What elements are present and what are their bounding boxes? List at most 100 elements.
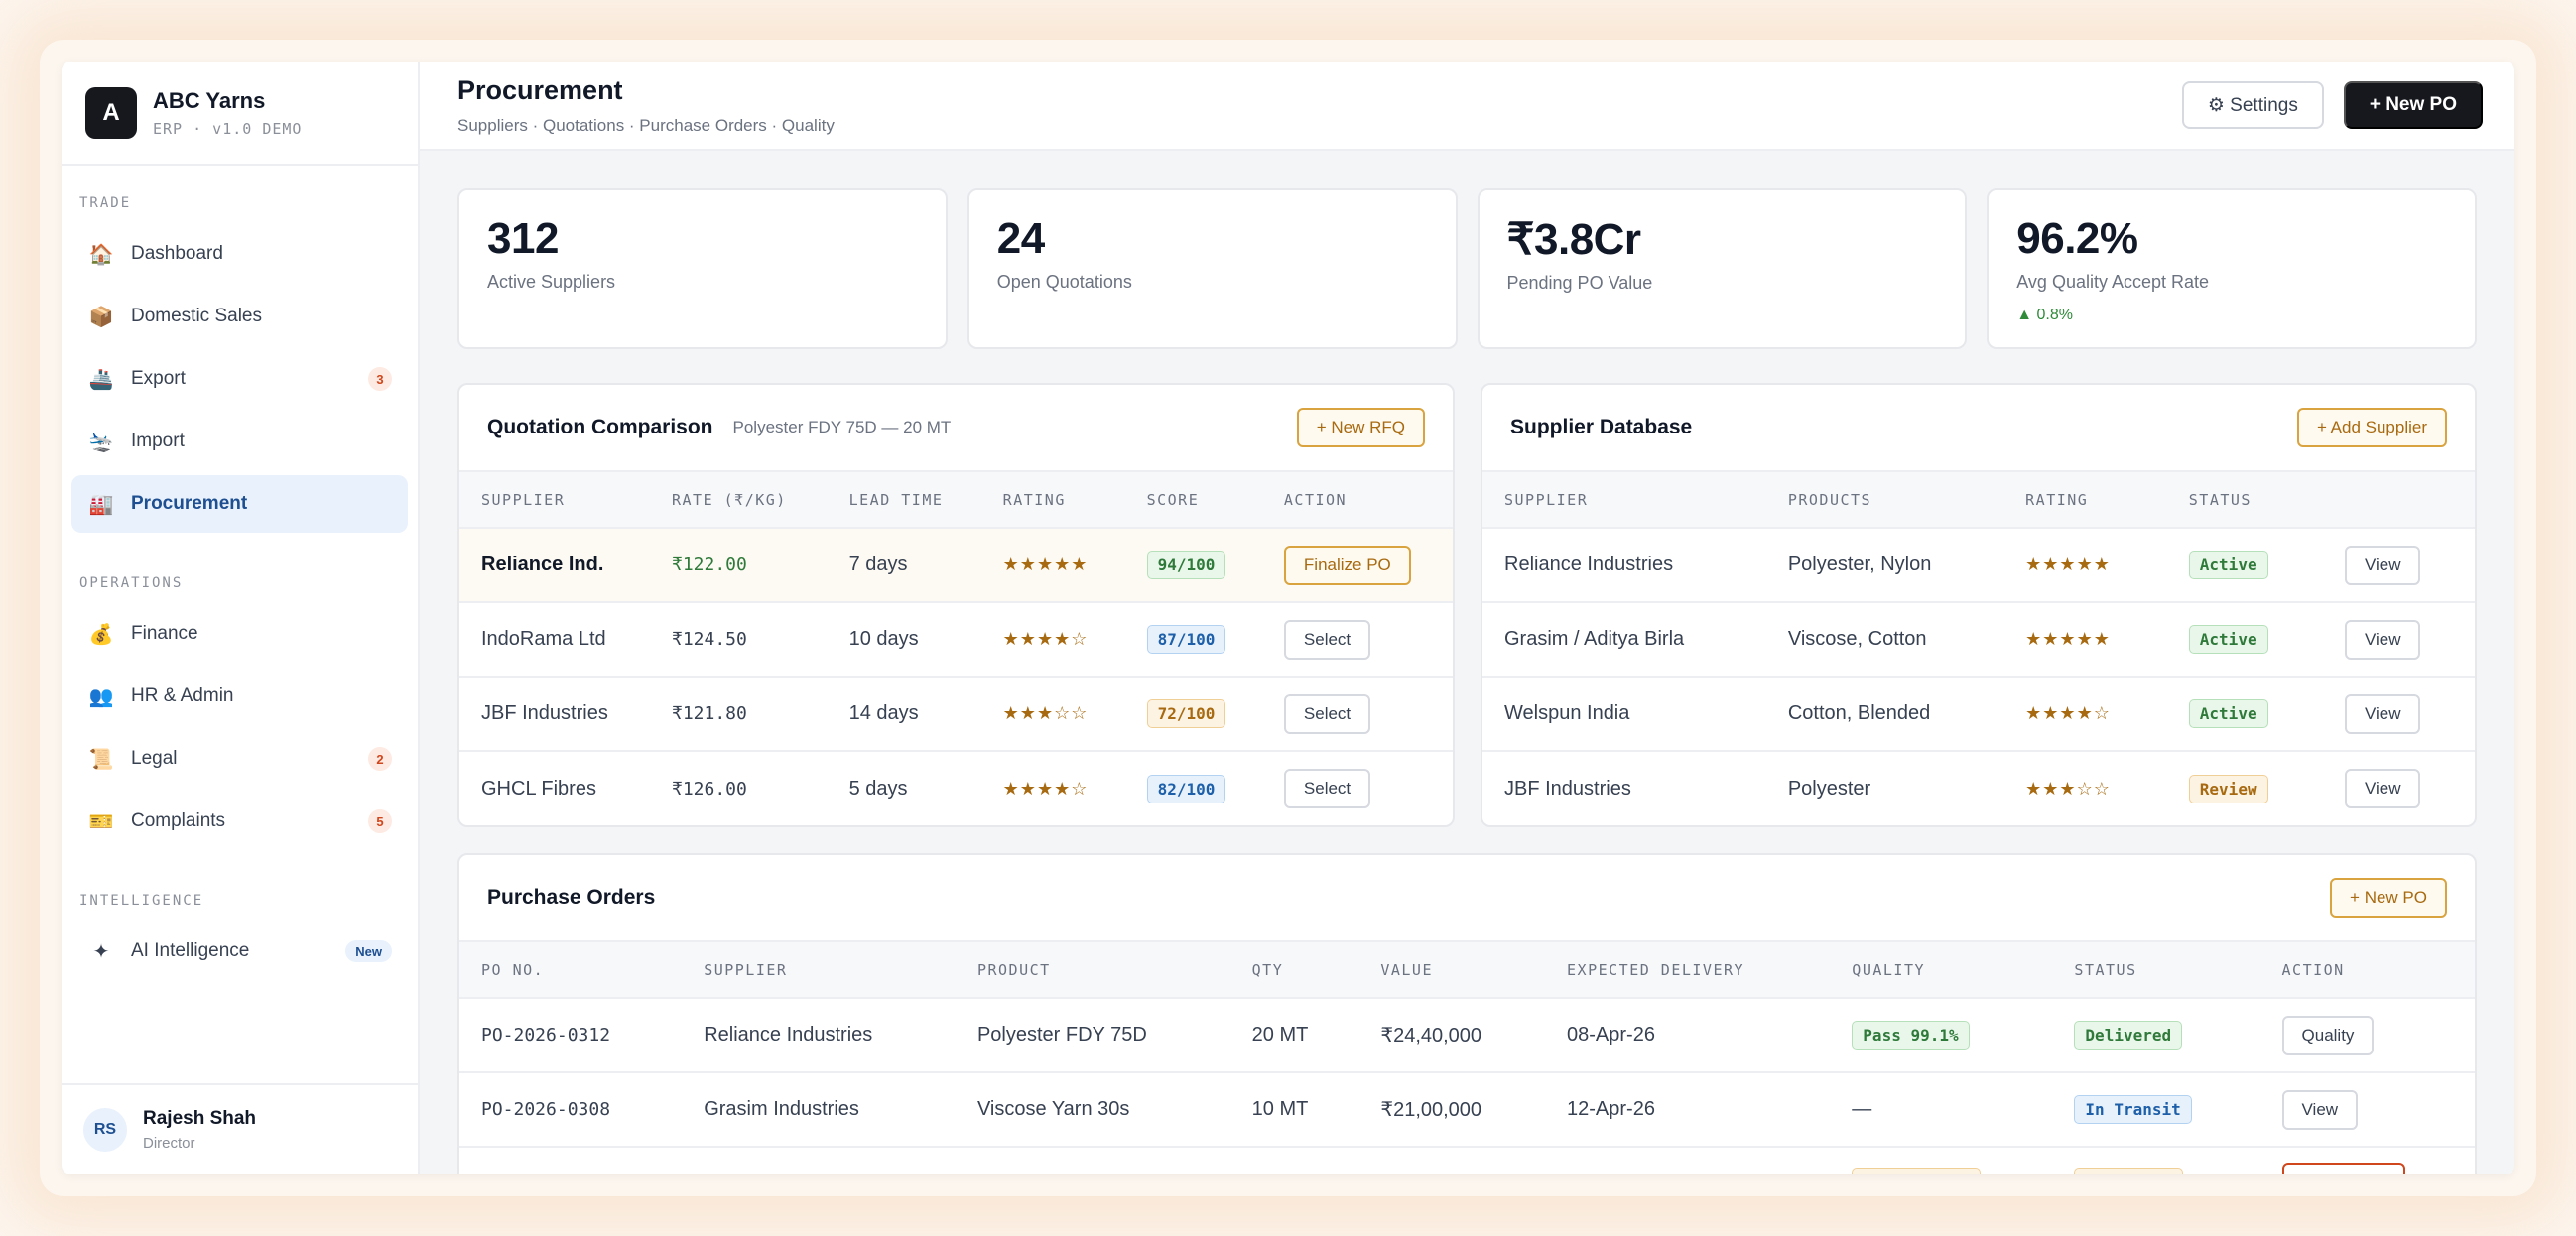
sidebar-item-procurement[interactable]: 🏭 Procurement	[71, 475, 408, 533]
new-po-button[interactable]: + New PO	[2343, 81, 2483, 129]
quotation-title: Quotation Comparison	[487, 416, 713, 438]
settings-button[interactable]: ⚙ Settings	[2181, 81, 2324, 129]
select-button[interactable]: Select	[1283, 693, 1371, 734]
column-header: QUALITY	[1830, 942, 2053, 999]
status-badge	[2074, 1168, 2184, 1174]
star-rating: ★★★★☆	[1002, 629, 1089, 649]
nav-section-title: INTELLIGENCE	[79, 893, 204, 909]
main-area: Procurement Suppliers · Quotations · Pur…	[420, 62, 2514, 1174]
supplier-name: Reliance Ind.	[481, 554, 604, 575]
view-button[interactable]: View	[2344, 619, 2421, 660]
supplier-products: Polyester, Nylon	[1787, 554, 1932, 575]
column-header: SUPPLIER	[682, 942, 956, 999]
table-row: JBF Industries Polyester ★★★☆☆ Review View	[1482, 751, 2475, 825]
kpi-delta: ▲ 0.8%	[2016, 307, 2073, 323]
column-header: SCORE	[1124, 472, 1262, 529]
user-name: Rajesh Shah	[143, 1108, 257, 1129]
column-header: SUPPLIER	[459, 472, 650, 529]
table-row: IndoRama Ltd ₹124.50 10 days ★★★★☆ 87/100 Sel…	[459, 602, 1453, 678]
user-profile[interactable]: RS Rajesh Shah Director	[62, 1083, 418, 1174]
kpi-label: Open Quotations	[996, 272, 1132, 292]
sidebar-item-finance[interactable]: 💰 Finance	[71, 605, 408, 663]
view-button[interactable]: View	[2344, 769, 2421, 808]
table-row: PO-2026-0308 Grasim Industries Viscose Yar…	[459, 1072, 2475, 1148]
quality-badge: —	[1852, 1098, 1872, 1120]
lead-time: 10 days	[848, 628, 919, 650]
add-supplier-button[interactable]: + Add Supplier	[2296, 408, 2447, 447]
new-po-panel-button[interactable]: + New PO	[2330, 878, 2447, 918]
lead-time: 7 days	[848, 554, 908, 575]
kpi-value: ₹3.8Cr	[1506, 215, 1642, 264]
status-badge: Review	[2188, 774, 2268, 803]
kpi-label: Active Suppliers	[487, 272, 616, 292]
supplier-name: IndoRama Ltd	[481, 628, 606, 650]
sidebar-item-complaints[interactable]: 🎫 Complaints 5	[71, 793, 408, 850]
table-row: Reliance Industries Polyester, Nylon ★★★★★…	[1482, 528, 2475, 603]
quotation-comparison-panel: Quotation Comparison Polyester FDY 75D —…	[457, 383, 1455, 827]
star-rating: ★★★★★	[2025, 629, 2111, 649]
sidebar-item-label: Legal	[131, 748, 178, 769]
rate-value: ₹121.80	[672, 703, 747, 724]
sidebar-item-export[interactable]: 🚢 Export 3	[71, 350, 408, 408]
purchase-orders-table: PO NO. SUPPLIER PRODUCT QTY VALUE EXPECTED DE…	[459, 942, 2475, 1174]
ticket-icon: 🎫	[88, 810, 114, 833]
view-button[interactable]: View	[2344, 545, 2421, 585]
column-header: VALUE	[1358, 942, 1546, 999]
sidebar-item-domestic-sales[interactable]: 📦 Domestic Sales	[71, 288, 408, 345]
table-row: GHCL Fibres ₹126.00 5 days ★★★★☆ 82/100 Selec…	[459, 751, 1453, 825]
kpi-card: 96.2% Avg Quality Accept Rate ▲ 0.8%	[1987, 188, 2477, 349]
supplier-name: JBF Industries	[1504, 777, 1631, 800]
supplier-name: Welspun India	[1504, 702, 1630, 724]
quotation-subtitle: Polyester FDY 75D — 20 MT	[732, 418, 952, 436]
column-header: ACTION	[1261, 472, 1453, 529]
sidebar-item-ai-intelligence[interactable]: ✦ AI Intelligence New	[71, 923, 408, 980]
kpi-card: ₹3.8Cr Pending PO Value	[1477, 188, 1968, 349]
factory-icon: 🏭	[88, 493, 114, 516]
supplier-name: Reliance Industries	[1504, 554, 1674, 575]
nav-gap	[71, 538, 408, 575]
rate-value: ₹124.50	[672, 629, 747, 650]
quality-badge: Pass 99.1%	[1852, 1021, 1970, 1050]
view-button[interactable]: View	[2344, 693, 2421, 734]
supplier-products: Cotton, Blended	[1787, 702, 1931, 724]
po-number: PO-2026-0312	[481, 1025, 611, 1046]
quality-button[interactable]: Quality	[2281, 1015, 2375, 1055]
view-button[interactable]	[2281, 1163, 2405, 1174]
po-value: ₹24,40,000	[1380, 1025, 1482, 1047]
brand-version: ERP · v1.0 DEMO	[153, 119, 303, 138]
sidebar-item-label: Dashboard	[131, 243, 223, 264]
column-header: STATUS	[2052, 942, 2260, 999]
sidebar-item-label: Domestic Sales	[131, 306, 262, 326]
sidebar-item-dashboard[interactable]: 🏠 Dashboard	[71, 225, 408, 283]
supplier-database-title: Supplier Database	[1510, 416, 1693, 438]
sidebar-item-label: AI Intelligence	[131, 940, 250, 961]
table-row: Reliance Ind. ₹122.00 7 days ★★★★★ 94/100 Fin…	[459, 528, 1453, 603]
count-badge: 5	[368, 809, 392, 833]
supplier-name: GHCL Fibres	[481, 777, 596, 800]
select-button[interactable]: Select	[1283, 619, 1371, 660]
finalize-po-button[interactable]: Finalize PO	[1283, 545, 1411, 585]
new-rfq-button[interactable]: + New RFQ	[1296, 408, 1425, 447]
sidebar-item-import[interactable]: 🛬 Import	[71, 413, 408, 470]
quality-badge	[1852, 1168, 1982, 1174]
sidebar-item-legal[interactable]: 📜 Legal 2	[71, 730, 408, 788]
brand-name: ABC Yarns	[153, 87, 266, 113]
sidebar-item-label: HR & Admin	[131, 685, 234, 706]
kpi-value: 24	[996, 214, 1045, 263]
lead-time: 5 days	[848, 777, 908, 800]
column-header: SUPPLIER	[1482, 472, 1766, 529]
kpi-value: 96.2%	[2016, 214, 2138, 263]
supplier-database-panel: Supplier Database + Add Supplier SUPPLIE…	[1481, 383, 2477, 827]
nav-section-title: OPERATIONS	[79, 575, 184, 591]
kpi-label: Pending PO Value	[1506, 273, 1653, 293]
user-role: Director	[143, 1135, 195, 1152]
sidebar-item-label: Export	[131, 368, 186, 389]
lead-time: 14 days	[848, 702, 919, 724]
po-supplier: Grasim Industries	[704, 1098, 859, 1120]
sidebar-item-hr-admin[interactable]: 👥 HR & Admin	[71, 668, 408, 725]
status-badge: Delivered	[2074, 1021, 2183, 1050]
select-button[interactable]: Select	[1283, 769, 1371, 808]
count-badge: 2	[368, 747, 392, 771]
view-button[interactable]: View	[2281, 1089, 2359, 1130]
column-header: PRODUCT	[955, 942, 1230, 999]
